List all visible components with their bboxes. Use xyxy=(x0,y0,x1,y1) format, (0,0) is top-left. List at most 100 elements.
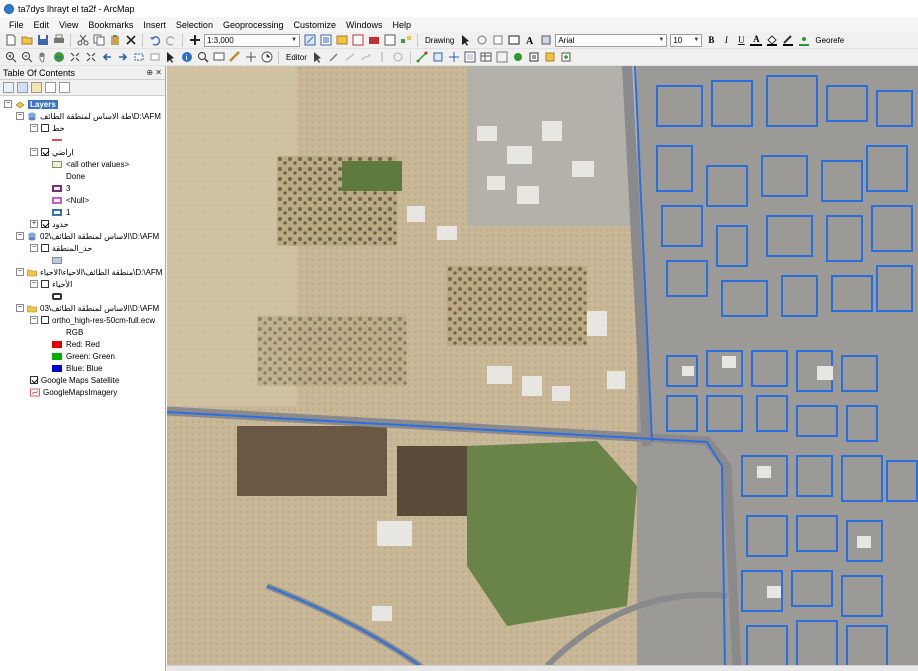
edit-tool-icon[interactable] xyxy=(312,51,325,64)
menu-help[interactable]: Help xyxy=(388,20,417,30)
italic-button[interactable]: I xyxy=(720,35,732,45)
green-band-swatch[interactable] xyxy=(52,352,62,360)
layer-row[interactable]: Google Maps Satellite xyxy=(0,374,165,386)
toc-options-icon[interactable] xyxy=(59,82,70,93)
collapse-icon[interactable]: − xyxy=(30,244,38,252)
fill-symbol-swatch[interactable] xyxy=(52,160,62,168)
sketch-properties-icon[interactable] xyxy=(544,51,557,64)
new-text-icon[interactable]: A xyxy=(523,34,536,47)
menu-view[interactable]: View xyxy=(54,20,83,30)
group-layer-row[interactable]: − الاساس لمنطقة الطائف\02\D:\AFM xyxy=(0,230,165,242)
html-popup-icon[interactable] xyxy=(212,51,225,64)
fixed-zoom-out-icon[interactable] xyxy=(84,51,97,64)
layer-row[interactable]: − الأحياء xyxy=(0,278,165,290)
collapse-icon[interactable]: − xyxy=(30,148,38,156)
full-extent-icon[interactable] xyxy=(52,51,65,64)
undo-icon[interactable] xyxy=(148,34,161,47)
list-by-selection-icon[interactable] xyxy=(45,82,56,93)
swipe-icon[interactable] xyxy=(496,51,509,64)
back-extent-icon[interactable] xyxy=(100,51,113,64)
measure-icon[interactable] xyxy=(228,51,241,64)
layer-row[interactable]: − اراضي xyxy=(0,146,165,158)
georef-shift-icon[interactable] xyxy=(448,51,461,64)
list-by-visibility-icon[interactable] xyxy=(31,82,42,93)
georeferencing-menu[interactable]: Georefe xyxy=(813,36,846,45)
fill-symbol-swatch[interactable] xyxy=(52,256,62,264)
zoom-out-icon[interactable] xyxy=(20,51,33,64)
toc-pin-close-controls[interactable]: ⊕ ✕ xyxy=(146,68,162,77)
fill-color-icon[interactable] xyxy=(765,34,778,47)
line-symbol-swatch[interactable] xyxy=(52,139,62,141)
menu-windows[interactable]: Windows xyxy=(341,20,388,30)
collapse-icon[interactable]: − xyxy=(16,112,24,120)
drawing-menu[interactable]: Drawing xyxy=(423,36,456,45)
outline-symbol-swatch[interactable] xyxy=(52,196,62,204)
straight-segment-icon[interactable] xyxy=(344,51,357,64)
time-slider-icon[interactable] xyxy=(260,51,273,64)
editor-toolbar-icon[interactable] xyxy=(303,34,316,47)
redo-icon[interactable] xyxy=(164,34,177,47)
font-name-dropdown[interactable]: Arial ▼ xyxy=(555,33,668,47)
blue-band-swatch[interactable] xyxy=(52,364,62,372)
attributes-icon[interactable] xyxy=(528,51,541,64)
arctoolbox-icon[interactable] xyxy=(367,34,380,47)
rotate-tool-icon[interactable] xyxy=(392,51,405,64)
rotate-icon[interactable] xyxy=(475,34,488,47)
collapse-icon[interactable]: − xyxy=(16,304,24,312)
menu-geoprocessing[interactable]: Geoprocessing xyxy=(218,20,289,30)
collapse-icon[interactable]: − xyxy=(16,232,24,240)
split-tool-icon[interactable] xyxy=(376,51,389,64)
python-window-icon[interactable] xyxy=(383,34,396,47)
new-document-icon[interactable] xyxy=(4,34,17,47)
outline-symbol-swatch[interactable] xyxy=(52,184,62,192)
trace-icon[interactable] xyxy=(360,51,373,64)
expand-icon[interactable]: + xyxy=(30,220,38,228)
layer-row[interactable]: − خط xyxy=(0,122,165,134)
collapse-icon[interactable]: − xyxy=(16,268,24,276)
marker-icon[interactable] xyxy=(539,34,552,47)
collapse-icon[interactable]: − xyxy=(30,124,38,132)
select-elements-icon[interactable] xyxy=(459,34,472,47)
menu-selection[interactable]: Selection xyxy=(171,20,218,30)
fixed-zoom-in-icon[interactable] xyxy=(68,51,81,64)
line-color-icon[interactable] xyxy=(781,34,794,47)
print-icon[interactable] xyxy=(52,34,65,47)
copy-icon[interactable] xyxy=(92,34,105,47)
add-data-icon[interactable] xyxy=(188,34,201,47)
collapse-icon[interactable]: − xyxy=(4,100,12,108)
georef-rotate-icon[interactable] xyxy=(432,51,445,64)
editor-menu[interactable]: Editor xyxy=(284,53,309,62)
search-window-icon[interactable] xyxy=(351,34,364,47)
layer-visibility-checkbox[interactable] xyxy=(41,316,49,324)
georef-scale-icon[interactable] xyxy=(464,51,477,64)
red-band-swatch[interactable] xyxy=(52,340,62,348)
identify-icon[interactable]: i xyxy=(180,51,193,64)
layer-visibility-checkbox[interactable] xyxy=(41,124,49,132)
cut-icon[interactable] xyxy=(76,34,89,47)
marker-color-icon[interactable] xyxy=(797,34,810,47)
group-layer-row[interactable]: − الاساس لمنطقة الطائف\03\D:\AFM xyxy=(0,302,165,314)
layer-row[interactable]: − ortho_high-res-50cm-full.ecw xyxy=(0,314,165,326)
zoom-whole-page-icon[interactable] xyxy=(491,34,504,47)
layer-visibility-checkbox[interactable] xyxy=(41,148,49,156)
select-features-icon[interactable] xyxy=(132,51,145,64)
georef-add-control-points-icon[interactable] xyxy=(416,51,429,64)
model-builder-icon[interactable] xyxy=(399,34,412,47)
clear-selection-icon[interactable] xyxy=(148,51,161,64)
font-color-button[interactable]: A xyxy=(750,34,763,46)
find-icon[interactable] xyxy=(196,51,209,64)
pan-hand-icon[interactable] xyxy=(36,51,49,64)
save-icon[interactable] xyxy=(36,34,49,47)
menu-bookmarks[interactable]: Bookmarks xyxy=(83,20,138,30)
delete-icon[interactable] xyxy=(124,34,137,47)
table-of-contents-icon[interactable] xyxy=(319,34,332,47)
menu-file[interactable]: File xyxy=(4,20,29,30)
paste-icon[interactable] xyxy=(108,34,121,47)
forward-extent-icon[interactable] xyxy=(116,51,129,64)
view-link-table-icon[interactable] xyxy=(480,51,493,64)
map-canvas[interactable] xyxy=(167,66,918,671)
flicker-icon[interactable] xyxy=(512,51,525,64)
menu-customize[interactable]: Customize xyxy=(289,20,342,30)
layers-root[interactable]: − Layers xyxy=(0,98,165,110)
menu-edit[interactable]: Edit xyxy=(29,20,55,30)
